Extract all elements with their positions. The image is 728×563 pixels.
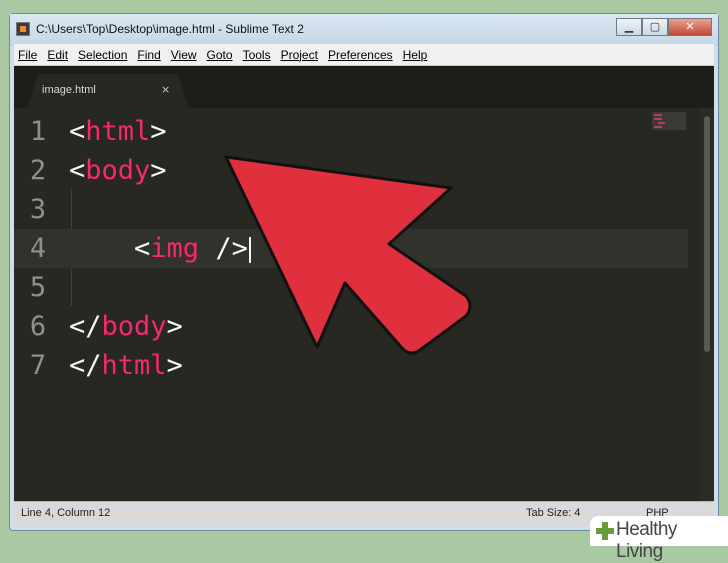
red-arrow-pointer (224, 155, 472, 355)
arrow-shape (224, 155, 472, 355)
watermark-text: Healthy Living (616, 519, 677, 562)
plus-leaf-icon (596, 522, 614, 540)
watermark: Healthy Living (590, 516, 728, 562)
